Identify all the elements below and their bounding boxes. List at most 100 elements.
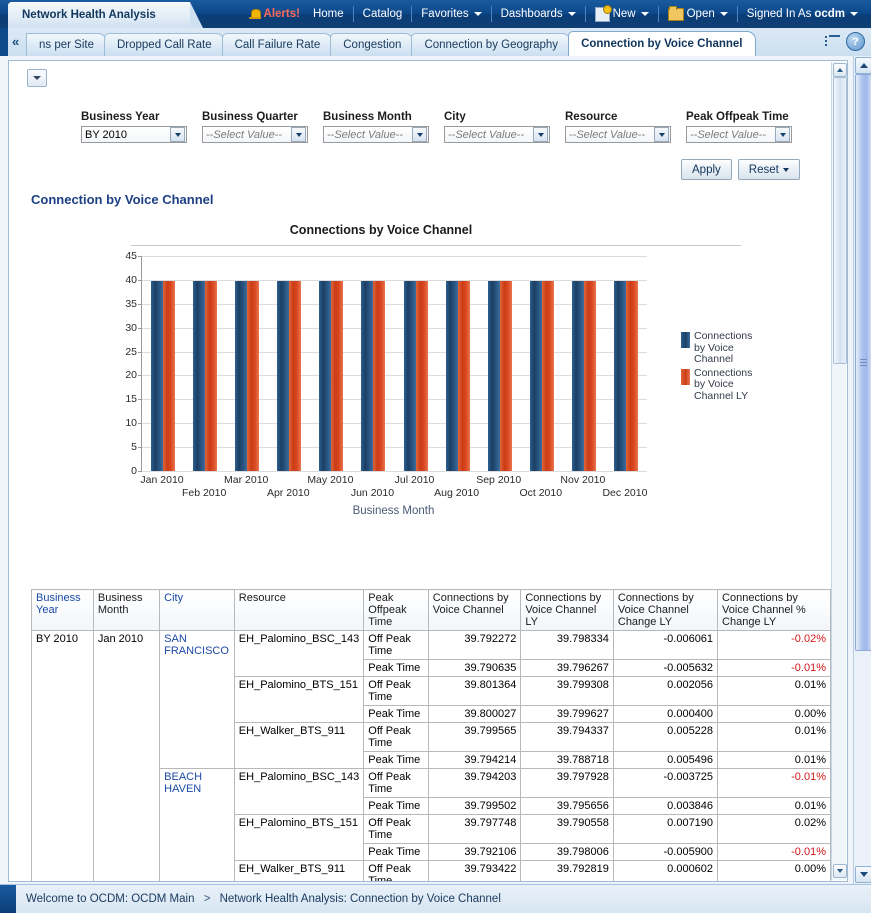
- chevron-down-icon[interactable]: [654, 127, 669, 142]
- chart-bar[interactable]: [458, 281, 470, 471]
- chart-bar[interactable]: [416, 281, 428, 471]
- chart-bar[interactable]: [331, 281, 343, 471]
- scroll-up-icon[interactable]: [855, 57, 871, 74]
- chart-bar[interactable]: [193, 281, 205, 471]
- chart-bar[interactable]: [584, 281, 596, 471]
- dashboard-tabs: ns per Site Dropped Call Rate Call Failu…: [26, 28, 753, 56]
- chevron-down-icon[interactable]: [412, 127, 427, 142]
- content-scrollbar[interactable]: [831, 62, 846, 880]
- data-table-container: Business Year Business Month City Resour…: [31, 589, 831, 882]
- chart-bar[interactable]: [151, 281, 163, 471]
- cell-city[interactable]: SAN FRANCISCO: [160, 631, 235, 769]
- reset-button[interactable]: Reset: [738, 159, 800, 180]
- tab-ns-per-site[interactable]: ns per Site: [26, 33, 107, 56]
- chart-bar[interactable]: [488, 281, 500, 471]
- chart-x-tick-label: Mar 2010: [224, 474, 268, 486]
- apply-button[interactable]: Apply: [681, 159, 732, 180]
- nav-catalog[interactable]: Catalog: [354, 6, 413, 22]
- business-quarter-select[interactable]: --Select Value--: [202, 126, 308, 143]
- col-connections-ly[interactable]: Connections by Voice Channel LY: [521, 590, 614, 631]
- apply-label: Apply: [692, 164, 721, 176]
- nav-home[interactable]: Home: [304, 6, 354, 22]
- tab-dropped-call-rate[interactable]: Dropped Call Rate: [104, 33, 225, 56]
- tab-connection-by-geography[interactable]: Connection by Geography: [411, 33, 571, 56]
- chart-bar[interactable]: [289, 281, 301, 471]
- breadcrumb-home-link[interactable]: Welcome to OCDM: OCDM Main: [26, 893, 194, 905]
- signed-in-as-label: Signed In As: [747, 6, 812, 22]
- city-select[interactable]: --Select Value--: [444, 126, 550, 143]
- business-month-select[interactable]: --Select Value--: [323, 126, 429, 143]
- chart-bar-group: [605, 256, 647, 471]
- chart-bar[interactable]: [530, 281, 542, 471]
- col-pct-change-ly[interactable]: Connections by Voice Channel % Change LY: [718, 590, 831, 631]
- business-year-select[interactable]: BY 2010: [81, 126, 187, 143]
- chart-bar[interactable]: [205, 281, 217, 471]
- help-icon[interactable]: ?: [846, 32, 865, 51]
- cell-peak-offpeak-time: Off Peak Time: [364, 769, 429, 798]
- nav-favorites[interactable]: Favorites: [412, 6, 491, 22]
- chart-bar[interactable]: [319, 281, 331, 471]
- alerts-label: Alerts!: [264, 6, 300, 22]
- filter-label: City: [444, 111, 550, 123]
- scroll-down-icon[interactable]: [855, 866, 871, 883]
- cell-pct-change-ly: -0.02%: [718, 631, 831, 660]
- chart-bars: [142, 256, 647, 471]
- chart-bar[interactable]: [235, 281, 247, 471]
- alerts-button[interactable]: Alerts!: [247, 6, 304, 22]
- chevron-down-icon[interactable]: [533, 127, 548, 142]
- tab-congestion[interactable]: Congestion: [330, 33, 414, 56]
- col-connections[interactable]: Connections by Voice Channel: [428, 590, 521, 631]
- tab-connection-by-voice-channel[interactable]: Connection by Voice Channel: [568, 31, 755, 56]
- chart-bar[interactable]: [277, 281, 289, 471]
- nav-dashboards[interactable]: Dashboards: [492, 6, 586, 22]
- filter-label: Business Year: [81, 111, 187, 123]
- chart-bar[interactable]: [446, 281, 458, 471]
- chart-bar[interactable]: [542, 281, 554, 471]
- chevron-down-icon[interactable]: [291, 127, 306, 142]
- chart-bar[interactable]: [572, 281, 584, 471]
- chart-bar[interactable]: [614, 281, 626, 471]
- chevron-down-icon[interactable]: [775, 127, 790, 142]
- chart-y-tick-label: 15: [125, 393, 137, 405]
- resource-select[interactable]: --Select Value--: [565, 126, 671, 143]
- chart-bar[interactable]: [361, 281, 373, 471]
- nav-open[interactable]: Open: [659, 6, 738, 22]
- page-options-icon[interactable]: [825, 35, 840, 49]
- cell-city[interactable]: BEACH HAVEN: [160, 769, 235, 883]
- tab-call-failure-rate[interactable]: Call Failure Rate: [222, 33, 334, 56]
- window-scrollbar[interactable]: [853, 56, 871, 885]
- scroll-down-icon[interactable]: [833, 864, 847, 878]
- col-resource[interactable]: Resource: [234, 590, 363, 631]
- chart-bar[interactable]: [404, 281, 416, 471]
- tab-scroll-left-button[interactable]: «: [12, 34, 19, 49]
- scroll-up-icon[interactable]: [833, 63, 847, 77]
- peak-offpeak-time-select[interactable]: --Select Value--: [686, 126, 792, 143]
- dashboard-tab-strip: « ns per Site Dropped Call Rate Call Fai…: [0, 28, 871, 57]
- col-change-ly[interactable]: Connections by Voice Channel Change LY: [613, 590, 717, 631]
- filter-label: Resource: [565, 111, 671, 123]
- col-peak-offpeak[interactable]: Peak Offpeak Time: [364, 590, 429, 631]
- collapse-prompts-button[interactable]: [27, 69, 47, 87]
- tabstrip-actions: ?: [825, 32, 865, 51]
- cell-peak-offpeak-time: Off Peak Time: [364, 723, 429, 752]
- cell-change-ly: -0.005632: [613, 660, 717, 677]
- chart-bar[interactable]: [163, 281, 175, 471]
- cell-connections-ly: 39.796267: [521, 660, 614, 677]
- col-business-year[interactable]: Business Year: [32, 590, 94, 631]
- chart-bar[interactable]: [247, 281, 259, 471]
- cell-pct-change-ly: 0.01%: [718, 723, 831, 752]
- chart-bar[interactable]: [373, 281, 385, 471]
- cell-change-ly: 0.002056: [613, 677, 717, 706]
- signed-in-as-menu[interactable]: Signed In As ocdm: [738, 6, 867, 22]
- nav-new[interactable]: New: [586, 6, 659, 22]
- col-business-month[interactable]: Business Month: [93, 590, 159, 631]
- chart-x-tick-label: Jan 2010: [140, 474, 183, 486]
- chart-bar[interactable]: [626, 281, 638, 471]
- scrollbar-thumb[interactable]: [833, 77, 847, 364]
- chart-bar[interactable]: [500, 281, 512, 471]
- cell-business-year: BY 2010: [32, 631, 94, 883]
- col-city[interactable]: City: [160, 590, 235, 631]
- chevron-down-icon[interactable]: [170, 127, 185, 142]
- chart-y-tick-label: 0: [131, 465, 137, 477]
- scrollbar-thumb[interactable]: [855, 74, 871, 651]
